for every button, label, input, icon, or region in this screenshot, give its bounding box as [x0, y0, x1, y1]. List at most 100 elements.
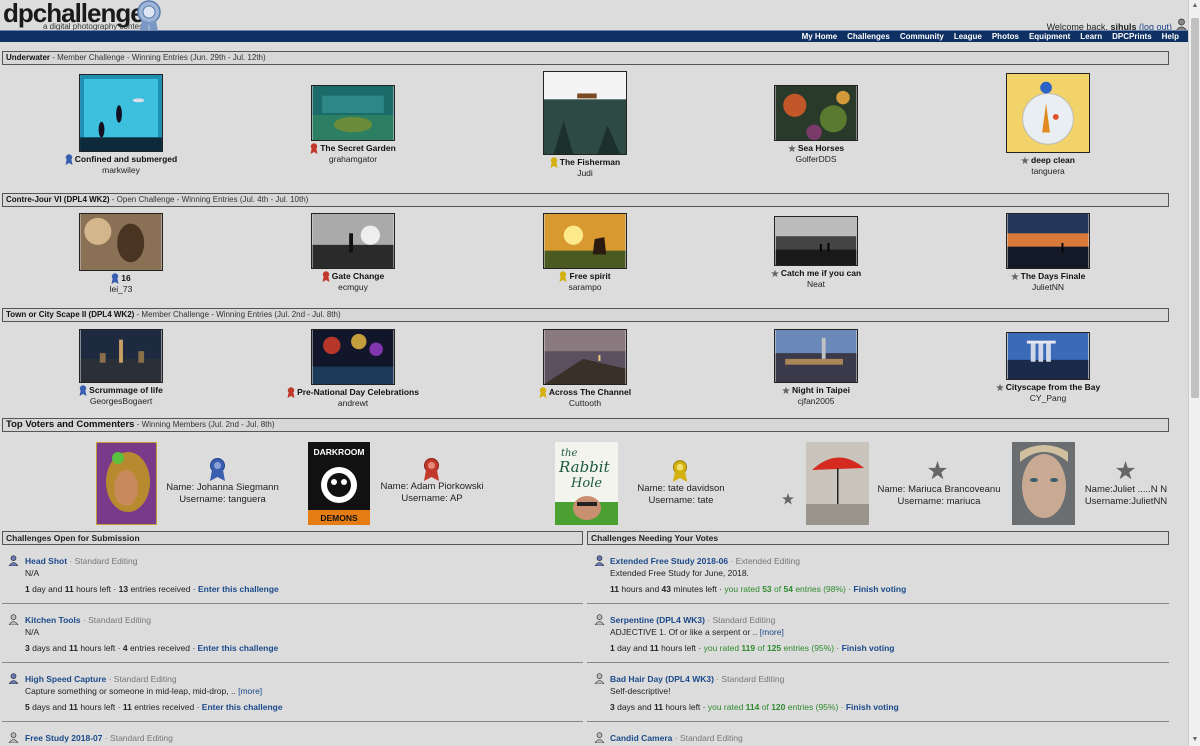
entry-username[interactable]: GeorgesBogaert: [26, 396, 216, 407]
entry-title-link[interactable]: Scrummage of life: [89, 385, 163, 395]
voter-avatar[interactable]: [1012, 442, 1075, 525]
nav-item-dpcprints[interactable]: DPCPrints: [1107, 32, 1157, 42]
voter-avatar[interactable]: DARKROOM DEMONS: [308, 442, 370, 525]
voter-avatar[interactable]: the Rabbit Hole: [555, 442, 618, 525]
entry-thumbnail[interactable]: [311, 85, 395, 141]
entry-thumbnail[interactable]: [79, 213, 163, 271]
entry-thumbnail[interactable]: [1006, 73, 1090, 153]
entry-username[interactable]: lei_73: [26, 284, 216, 295]
entry-thumbnail[interactable]: [774, 216, 858, 266]
entry-username[interactable]: JulietNN: [953, 282, 1143, 293]
entry-username[interactable]: andrewt: [258, 398, 448, 409]
entry-username[interactable]: Judi: [490, 168, 680, 179]
entry-username[interactable]: markwiley: [26, 165, 216, 176]
challenge-meta: 1 day and 11 hours left · 13 entries rec…: [25, 584, 279, 594]
entry-username[interactable]: tanguera: [953, 166, 1143, 177]
entry-thumbnail[interactable]: [1006, 332, 1090, 380]
voter-avatar[interactable]: [806, 442, 869, 525]
challenge-name-link[interactable]: Serpentine (DPL4 WK3): [610, 615, 705, 625]
entry-username[interactable]: sarampo: [490, 282, 680, 293]
entry-title-link[interactable]: Confined and submerged: [75, 154, 177, 164]
challenge-name-link[interactable]: Candid Camera: [610, 733, 672, 743]
voter-username[interactable]: Username: mariuca: [873, 496, 1005, 508]
entry-title-link[interactable]: The Days Finale: [1021, 271, 1086, 281]
entry-title-link[interactable]: The Fisherman: [560, 157, 620, 167]
entry-thumbnail[interactable]: [1006, 213, 1090, 269]
section-title[interactable]: Contre-Jour VI (DPL4 WK2): [6, 195, 110, 204]
voter-name[interactable]: Name: Mariuca Brancoveanu: [873, 484, 1005, 496]
nav-item-equipment[interactable]: Equipment: [1024, 32, 1075, 42]
voter-username[interactable]: Username:JulietNN: [1078, 496, 1174, 508]
entry-thumbnail[interactable]: [774, 85, 858, 141]
voter-name[interactable]: Name: Johanna Siegmann: [160, 482, 285, 494]
entry-title-link[interactable]: Sea Horses: [798, 143, 844, 153]
entry-title-link[interactable]: Night in Taipei: [792, 385, 850, 395]
list-divider: [2, 721, 583, 722]
entry-thumbnail[interactable]: [543, 213, 627, 269]
entry-title-link[interactable]: Cityscape from the Bay: [1006, 382, 1100, 392]
entry-thumbnail[interactable]: [311, 329, 395, 385]
enter-challenge-link[interactable]: Enter this challenge: [202, 702, 283, 712]
voter-name[interactable]: Name: tate davidson: [621, 483, 741, 495]
nav-item-league[interactable]: League: [949, 32, 987, 42]
challenge-meta: 5 days and 11 hours left · 11 entries re…: [25, 702, 283, 712]
yellow-ribbon-icon: [672, 460, 688, 482]
nav-item-challenges[interactable]: Challenges: [842, 32, 895, 42]
entry-username[interactable]: cjfan2005: [721, 396, 911, 407]
nav-item-photos[interactable]: Photos: [987, 32, 1024, 42]
finish-voting-link[interactable]: Finish voting: [853, 584, 906, 594]
entry-title-link[interactable]: deep clean: [1031, 155, 1075, 165]
challenge-name-link[interactable]: Free Study 2018-07: [25, 733, 102, 743]
entry-title-link[interactable]: Pre-National Day Celebrations: [297, 387, 419, 397]
entry-username[interactable]: Neat: [721, 279, 911, 290]
finish-voting-link[interactable]: Finish voting: [842, 643, 895, 653]
entry-title-link[interactable]: The Secret Garden: [320, 143, 396, 153]
scroll-down-arrow-icon[interactable]: ▼: [1189, 734, 1200, 746]
nav-item-my-home[interactable]: My Home: [797, 32, 843, 42]
challenge-name-link[interactable]: Extended Free Study 2018-06: [610, 556, 728, 566]
entry-username[interactable]: Cuttooth: [490, 398, 680, 409]
enter-challenge-link[interactable]: Enter this challenge: [198, 584, 279, 594]
enter-challenge-link[interactable]: Enter this challenge: [198, 643, 279, 653]
main-navbar: My Home Challenges Community League Photos Eq…: [0, 30, 1188, 42]
more-link[interactable]: [more]: [238, 686, 262, 696]
entry-username[interactable]: GolferDDS: [721, 154, 911, 165]
more-link[interactable]: [more]: [760, 627, 784, 637]
entry-username[interactable]: ecmguy: [258, 282, 448, 293]
entry-thumbnail[interactable]: [543, 71, 627, 155]
site-logo[interactable]: dpchallenge a digital photography contes…: [3, 0, 161, 37]
entry-username[interactable]: grahamgator: [258, 154, 448, 165]
entry-thumbnail[interactable]: [79, 329, 163, 383]
scroll-up-arrow-icon[interactable]: ▲: [1189, 0, 1200, 12]
challenge-name-link[interactable]: Bad Hair Day (DPL4 WK3): [610, 674, 714, 684]
section-title[interactable]: Underwater: [6, 53, 50, 62]
entry-title-link[interactable]: Gate Change: [332, 271, 384, 281]
entry-thumbnail[interactable]: [543, 329, 627, 385]
voter-username[interactable]: Username: tanguera: [160, 494, 285, 506]
entry-thumbnail[interactable]: [79, 74, 163, 152]
entry-thumbnail[interactable]: [774, 329, 858, 383]
voter-name[interactable]: Name:Juliet .....N N: [1078, 484, 1174, 496]
voter-name[interactable]: Name: Adam Piorkowski: [372, 481, 492, 493]
entry-title-link[interactable]: Catch me if you can: [781, 268, 861, 278]
voter-info: Name: tate davidson Username: tate: [621, 483, 741, 507]
voting-challenge-item: Bad Hair Day (DPL4 WK3) · Standard Editi…: [594, 673, 1169, 714]
nav-item-learn[interactable]: Learn: [1075, 32, 1107, 42]
voter-avatar[interactable]: [96, 442, 157, 525]
entry-thumbnail[interactable]: [311, 213, 395, 269]
nav-item-community[interactable]: Community: [895, 32, 949, 42]
voter-username[interactable]: Username: tate: [621, 495, 741, 507]
entry-title-link[interactable]: Free spirit: [569, 271, 610, 281]
section-title[interactable]: Town or City Scape II (DPL4 WK2): [6, 310, 134, 319]
voter-username[interactable]: Username: AP: [372, 493, 492, 505]
entry-title-link[interactable]: Across The Channel: [549, 387, 631, 397]
challenge-name-link[interactable]: Kitchen Tools: [25, 615, 81, 625]
finish-voting-link[interactable]: Finish voting: [846, 702, 899, 712]
scroll-thumb[interactable]: [1191, 18, 1199, 398]
entry-title-link[interactable]: 16: [121, 273, 130, 283]
challenge-name-link[interactable]: Head Shot: [25, 556, 67, 566]
nav-item-help[interactable]: Help: [1157, 32, 1184, 42]
page-scrollbar[interactable]: ▲ ▼: [1188, 0, 1200, 746]
entry-username[interactable]: CY_Pang: [953, 393, 1143, 404]
challenge-name-link[interactable]: High Speed Capture: [25, 674, 106, 684]
